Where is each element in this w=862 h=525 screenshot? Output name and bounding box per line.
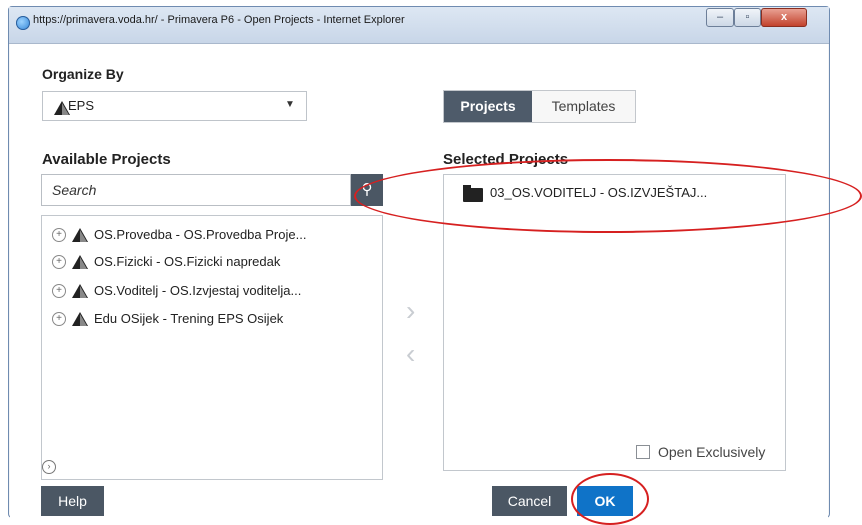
organize-by-label: Organize By [42, 66, 124, 82]
available-projects-heading: Available Projects [42, 151, 171, 168]
eps-icon [72, 254, 88, 269]
close-window-button[interactable]: x [761, 8, 807, 27]
eps-icon [72, 311, 88, 326]
chevron-down-icon[interactable]: ▼ [285, 99, 295, 110]
annotation-circle-ok-button [571, 473, 649, 525]
open-exclusively-checkbox[interactable] [636, 445, 650, 459]
list-item[interactable]: + OS.Provedba - OS.Provedba Proje... [52, 226, 306, 248]
minimize-button[interactable]: – [706, 8, 734, 27]
move-right-arrow-icon[interactable]: › [406, 295, 415, 327]
collapse-all-icon[interactable]: › [42, 460, 56, 474]
open-exclusively-label[interactable]: Open Exclusively [658, 444, 765, 460]
eps-icon [72, 227, 88, 242]
move-left-arrow-icon[interactable]: ‹ [406, 338, 415, 370]
list-item[interactable]: + OS.Voditelj - OS.Izvjestaj voditelja... [52, 282, 301, 304]
eps-icon [72, 283, 88, 298]
help-button[interactable]: Help [41, 486, 104, 516]
search-input[interactable] [44, 177, 344, 203]
internet-explorer-icon [16, 16, 30, 30]
expand-icon[interactable]: + [52, 254, 66, 269]
expand-icon[interactable]: + [52, 227, 66, 242]
annotation-circle-selected-project [354, 159, 862, 233]
templates-toggle-button[interactable]: Templates [532, 91, 635, 122]
maximize-button[interactable]: ▫ [734, 8, 761, 27]
list-item[interactable]: + OS.Fizicki - OS.Fizicki napredak [52, 253, 280, 275]
expand-icon[interactable]: + [52, 311, 66, 326]
cancel-button[interactable]: Cancel [492, 486, 567, 516]
expand-icon[interactable]: + [52, 283, 66, 298]
projects-toggle-button[interactable]: Projects [444, 91, 532, 122]
window-title: https://primavera.voda.hr/ - Primavera P… [33, 14, 405, 26]
list-item[interactable]: + Edu OSijek - Trening EPS Osijek [52, 310, 283, 332]
organize-by-value: EPS [68, 98, 95, 113]
